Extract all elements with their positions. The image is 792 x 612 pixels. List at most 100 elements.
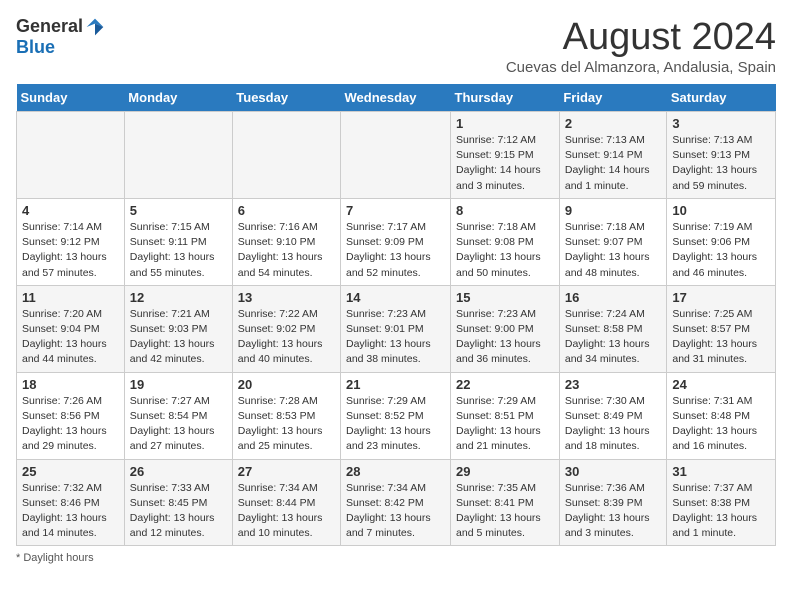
day-info: Sunrise: 7:34 AMSunset: 8:44 PMDaylight:… [238, 481, 335, 542]
day-info: Sunrise: 7:15 AMSunset: 9:11 PMDaylight:… [130, 220, 227, 281]
calendar-cell: 30 Sunrise: 7:36 AMSunset: 8:39 PMDayligh… [559, 459, 667, 546]
logo-general: General [16, 16, 83, 37]
calendar-cell [341, 112, 451, 199]
day-number: 19 [130, 377, 227, 392]
day-number: 23 [565, 377, 662, 392]
calendar-cell [17, 112, 125, 199]
calendar-header-row: SundayMondayTuesdayWednesdayThursdayFrid… [17, 84, 776, 112]
calendar-cell: 18 Sunrise: 7:26 AMSunset: 8:56 PMDayligh… [17, 372, 125, 459]
footer-note: * Daylight hours [16, 552, 776, 564]
calendar-cell: 20Sunrise: 7:28 AMSunset: 8:53 PMDayligh… [232, 372, 340, 459]
day-info: Sunrise: 7:33 AMSunset: 8:45 PMDaylight:… [130, 481, 227, 542]
day-info: Sunrise: 7:30 AMSunset: 8:49 PMDaylight:… [565, 394, 662, 455]
calendar-cell: 27 Sunrise: 7:34 AMSunset: 8:44 PMDayligh… [232, 459, 340, 546]
day-info: Sunrise: 7:29 AMSunset: 8:51 PMDaylight:… [456, 394, 554, 455]
day-info: Sunrise: 7:25 AMSunset: 8:57 PMDaylight:… [672, 307, 770, 368]
calendar-week-row: 11 Sunrise: 7:20 AMSunset: 9:04 PMDayligh… [17, 285, 776, 372]
calendar-week-row: 1Sunrise: 7:12 AMSunset: 9:15 PMDaylight… [17, 112, 776, 199]
day-number: 3 [672, 116, 770, 131]
calendar-week-row: 18 Sunrise: 7:26 AMSunset: 8:56 PMDayligh… [17, 372, 776, 459]
calendar-cell: 7Sunrise: 7:17 AMSunset: 9:09 PMDaylight… [341, 198, 451, 285]
day-info: Sunrise: 7:27 AMSunset: 8:54 PMDaylight:… [130, 394, 227, 455]
calendar-cell: 5 Sunrise: 7:15 AMSunset: 9:11 PMDaylight… [124, 198, 232, 285]
column-header-wednesday: Wednesday [341, 84, 451, 112]
calendar-cell: 24 Sunrise: 7:31 AMSunset: 8:48 PMDayligh… [667, 372, 776, 459]
calendar-cell: 9Sunrise: 7:18 AMSunset: 9:07 PMDaylight… [559, 198, 667, 285]
day-number: 8 [456, 203, 554, 218]
month-title: August 2024 [506, 16, 776, 59]
day-number: 10 [672, 203, 770, 218]
calendar-table: SundayMondayTuesdayWednesdayThursdayFrid… [16, 84, 776, 546]
day-number: 15 [456, 290, 554, 305]
day-number: 17 [672, 290, 770, 305]
day-number: 29 [456, 464, 554, 479]
calendar-week-row: 4Sunrise: 7:14 AMSunset: 9:12 PMDaylight… [17, 198, 776, 285]
column-header-sunday: Sunday [17, 84, 125, 112]
day-number: 6 [238, 203, 335, 218]
calendar-cell: 26 Sunrise: 7:33 AMSunset: 8:45 PMDayligh… [124, 459, 232, 546]
day-number: 30 [565, 464, 662, 479]
day-number: 28 [346, 464, 445, 479]
calendar-cell: 28Sunrise: 7:34 AMSunset: 8:42 PMDayligh… [341, 459, 451, 546]
day-info: Sunrise: 7:16 AMSunset: 9:10 PMDaylight:… [238, 220, 335, 281]
day-info: Sunrise: 7:13 AMSunset: 9:14 PMDaylight:… [565, 133, 662, 194]
day-info: Sunrise: 7:23 AMSunset: 9:00 PMDaylight:… [456, 307, 554, 368]
day-number: 11 [22, 290, 119, 305]
column-header-friday: Friday [559, 84, 667, 112]
calendar-cell: 10Sunrise: 7:19 AMSunset: 9:06 PMDayligh… [667, 198, 776, 285]
calendar-cell: 2 Sunrise: 7:13 AMSunset: 9:14 PMDaylight… [559, 112, 667, 199]
column-header-thursday: Thursday [451, 84, 560, 112]
calendar-cell: 19 Sunrise: 7:27 AMSunset: 8:54 PMDayligh… [124, 372, 232, 459]
calendar-cell: 11 Sunrise: 7:20 AMSunset: 9:04 PMDayligh… [17, 285, 125, 372]
title-area: August 2024 Cuevas del Almanzora, Andalu… [506, 16, 776, 76]
calendar-cell: 8 Sunrise: 7:18 AMSunset: 9:08 PMDaylight… [451, 198, 560, 285]
calendar-cell [232, 112, 340, 199]
day-number: 22 [456, 377, 554, 392]
day-number: 26 [130, 464, 227, 479]
day-number: 14 [346, 290, 445, 305]
calendar-week-row: 25 Sunrise: 7:32 AMSunset: 8:46 PMDayligh… [17, 459, 776, 546]
calendar-cell: 17 Sunrise: 7:25 AMSunset: 8:57 PMDayligh… [667, 285, 776, 372]
logo-blue: Blue [16, 37, 55, 58]
day-info: Sunrise: 7:37 AMSunset: 8:38 PMDaylight:… [672, 481, 770, 542]
calendar-cell: 1Sunrise: 7:12 AMSunset: 9:15 PMDaylight… [451, 112, 560, 199]
day-info: Sunrise: 7:32 AMSunset: 8:46 PMDaylight:… [22, 481, 119, 542]
day-number: 18 [22, 377, 119, 392]
day-number: 21 [346, 377, 445, 392]
day-info: Sunrise: 7:18 AMSunset: 9:08 PMDaylight:… [456, 220, 554, 281]
day-info: Sunrise: 7:26 AMSunset: 8:56 PMDaylight:… [22, 394, 119, 455]
calendar-cell: 4Sunrise: 7:14 AMSunset: 9:12 PMDaylight… [17, 198, 125, 285]
calendar-cell: 22 Sunrise: 7:29 AMSunset: 8:51 PMDayligh… [451, 372, 560, 459]
day-number: 13 [238, 290, 335, 305]
day-number: 25 [22, 464, 119, 479]
day-info: Sunrise: 7:14 AMSunset: 9:12 PMDaylight:… [22, 220, 119, 281]
day-number: 5 [130, 203, 227, 218]
calendar-cell: 29Sunrise: 7:35 AMSunset: 8:41 PMDayligh… [451, 459, 560, 546]
location-title: Cuevas del Almanzora, Andalusia, Spain [506, 59, 776, 76]
day-info: Sunrise: 7:17 AMSunset: 9:09 PMDaylight:… [346, 220, 445, 281]
day-number: 9 [565, 203, 662, 218]
column-header-saturday: Saturday [667, 84, 776, 112]
day-info: Sunrise: 7:23 AMSunset: 9:01 PMDaylight:… [346, 307, 445, 368]
day-info: Sunrise: 7:13 AMSunset: 9:13 PMDaylight:… [672, 133, 770, 194]
day-info: Sunrise: 7:31 AMSunset: 8:48 PMDaylight:… [672, 394, 770, 455]
day-info: Sunrise: 7:36 AMSunset: 8:39 PMDaylight:… [565, 481, 662, 542]
day-info: Sunrise: 7:29 AMSunset: 8:52 PMDaylight:… [346, 394, 445, 455]
calendar-cell: 3 Sunrise: 7:13 AMSunset: 9:13 PMDaylight… [667, 112, 776, 199]
day-number: 27 [238, 464, 335, 479]
column-header-tuesday: Tuesday [232, 84, 340, 112]
day-number: 31 [672, 464, 770, 479]
header: General Blue August 2024 Cuevas del Alma… [16, 16, 776, 76]
calendar-cell: 31 Sunrise: 7:37 AMSunset: 8:38 PMDayligh… [667, 459, 776, 546]
day-number: 12 [130, 290, 227, 305]
day-number: 1 [456, 116, 554, 131]
day-info: Sunrise: 7:20 AMSunset: 9:04 PMDaylight:… [22, 307, 119, 368]
calendar-cell: 6 Sunrise: 7:16 AMSunset: 9:10 PMDaylight… [232, 198, 340, 285]
day-info: Sunrise: 7:24 AMSunset: 8:58 PMDaylight:… [565, 307, 662, 368]
day-info: Sunrise: 7:28 AMSunset: 8:53 PMDaylight:… [238, 394, 335, 455]
day-number: 16 [565, 290, 662, 305]
calendar-cell: 14 Sunrise: 7:23 AMSunset: 9:01 PMDayligh… [341, 285, 451, 372]
footer-note-text: Daylight hours [23, 552, 93, 564]
day-number: 24 [672, 377, 770, 392]
day-number: 2 [565, 116, 662, 131]
